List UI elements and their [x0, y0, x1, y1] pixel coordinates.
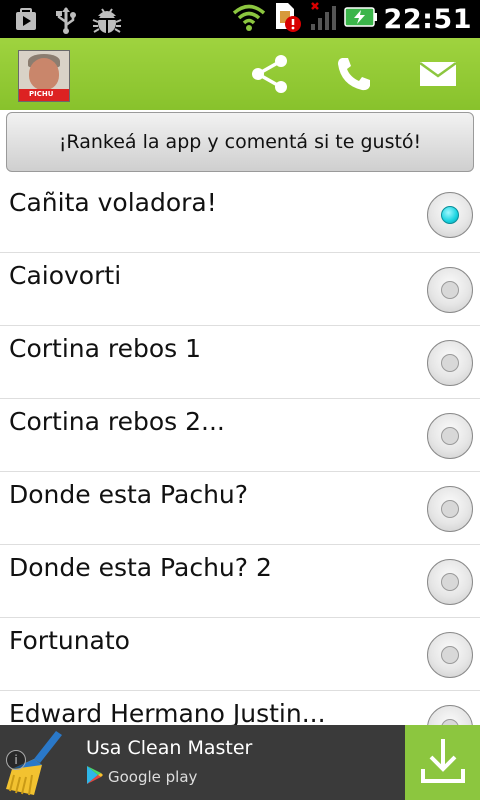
download-button[interactable] [405, 725, 480, 800]
battery-charging-icon [343, 5, 378, 33]
info-icon[interactable]: i [6, 750, 26, 770]
clock: 22:51 [383, 3, 472, 35]
radio-button[interactable] [427, 267, 473, 313]
list-item-label: Edward Hermano Justin... [9, 699, 326, 725]
list-item[interactable]: Caiovorti [0, 253, 480, 326]
list-item[interactable]: Cortina rebos 1 [0, 326, 480, 399]
ad-title: Usa Clean Master [86, 737, 253, 759]
list-item[interactable]: Cañita voladora! [0, 180, 480, 253]
radio-button[interactable] [427, 632, 473, 678]
radio-button[interactable] [427, 340, 473, 386]
rate-app-button[interactable]: ¡Rankeá la app y comentá si te gustó! [6, 112, 474, 172]
list-item-label: Donde esta Pachu? 2 [9, 553, 272, 582]
radio-button[interactable] [427, 413, 473, 459]
usb-icon [54, 6, 78, 38]
list-item-label: Caiovorti [9, 261, 122, 290]
phone-icon[interactable] [332, 52, 376, 96]
list-item-label: Cortina rebos 1 [9, 334, 202, 363]
google-play-badge: Google play [86, 765, 197, 789]
list-item-label: Cortina rebos 2... [9, 407, 225, 436]
sim-alert-icon [272, 1, 302, 37]
list-item[interactable]: Donde esta Pachu? 2 [0, 545, 480, 618]
google-play-icon [86, 765, 104, 789]
download-icon [417, 735, 469, 791]
avatar[interactable]: PICHU [18, 50, 70, 102]
list-item-label: Fortunato [9, 626, 130, 655]
play-store-icon [14, 7, 40, 37]
list-item[interactable]: Cortina rebos 2... [0, 399, 480, 472]
bug-icon [92, 6, 122, 38]
mail-icon[interactable] [416, 52, 460, 96]
radio-button[interactable] [427, 559, 473, 605]
list-item-label: Cañita voladora! [9, 188, 217, 217]
radio-button[interactable] [427, 705, 473, 725]
list-item[interactable]: Fortunato [0, 618, 480, 691]
list-item-label: Donde esta Pachu? [9, 480, 249, 509]
share-icon[interactable] [248, 52, 292, 96]
list-item[interactable]: Edward Hermano Justin... [0, 691, 480, 725]
avatar-tag: PICHU [29, 90, 54, 98]
status-bar: 22:51 [0, 0, 480, 38]
sound-list: Cañita voladora! Caiovorti Cortina rebos… [0, 180, 480, 725]
ad-banner[interactable]: Usa Clean Master Google play [0, 725, 480, 800]
radio-button[interactable] [427, 486, 473, 532]
radio-button-selected[interactable] [427, 192, 473, 238]
signal-icon [308, 2, 338, 36]
wifi-icon [232, 3, 266, 35]
store-label: Google play [108, 768, 198, 786]
action-bar: PICHU [0, 38, 480, 110]
list-item[interactable]: Donde esta Pachu? [0, 472, 480, 545]
